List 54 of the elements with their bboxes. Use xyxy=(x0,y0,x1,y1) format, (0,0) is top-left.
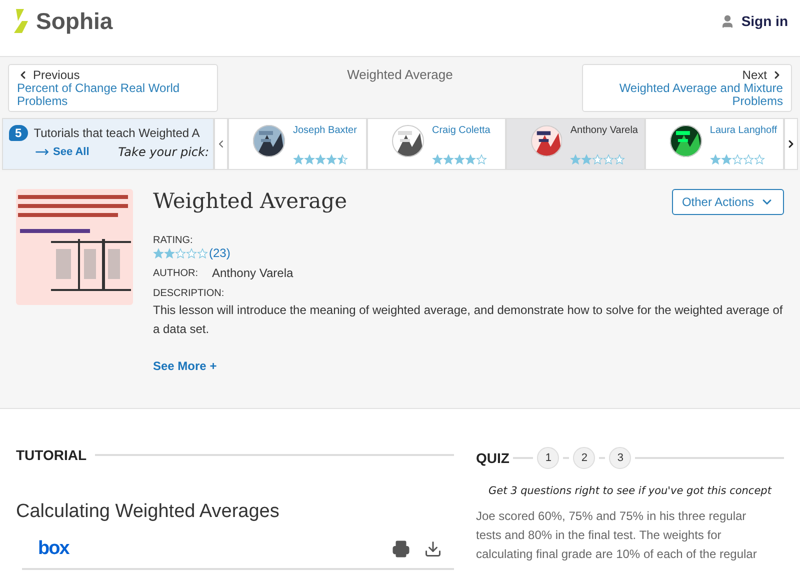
section-heading: QUIZ xyxy=(476,450,510,466)
quiz-step: 2 xyxy=(573,447,596,469)
tutorials-heading: Tutorials that teach Weighted A xyxy=(34,126,200,140)
next-lesson-link[interactable]: Next Weighted Average and Mixture Problems xyxy=(582,64,792,112)
tutorial-count: 5 xyxy=(9,125,28,141)
other-actions-button[interactable]: Other Actions xyxy=(672,189,784,215)
lesson-title: Weighted Average xyxy=(153,189,348,213)
see-all-link[interactable]: See All xyxy=(35,145,90,159)
description-label: DESCRIPTION: xyxy=(153,288,226,299)
author-name: Anthony Varela xyxy=(212,266,294,280)
quiz-step: 3 xyxy=(609,447,632,469)
section-heading: TUTORIAL xyxy=(16,447,87,463)
filled-star-icon xyxy=(581,154,592,165)
rating-label: RATING: xyxy=(153,235,194,246)
filled-star-icon xyxy=(304,154,315,165)
filled-star-icon xyxy=(454,154,465,165)
filled-star-icon xyxy=(315,154,326,165)
logo-text: Sophia xyxy=(36,8,113,34)
filled-star-icon xyxy=(164,248,175,258)
half-star-icon xyxy=(337,154,348,165)
filled-star-icon xyxy=(153,248,164,258)
see-more-link[interactable]: See More + xyxy=(153,359,784,373)
user-icon xyxy=(720,14,736,28)
filled-star-icon xyxy=(326,154,337,165)
rating-count[interactable]: (23) xyxy=(209,246,230,260)
filled-star-icon xyxy=(720,154,732,165)
author-label: AUTHOR: xyxy=(153,268,198,278)
filled-star-icon xyxy=(443,154,454,165)
description-text: This lesson will introduce the meaning of weighted average, and demonstrate how to solve for the weighted average of a data set. xyxy=(153,302,784,338)
previous-lesson-link[interactable]: Previous Percent of Change Real World Problems xyxy=(8,64,218,112)
quiz-step: 1 xyxy=(537,447,560,469)
tutor-name: Anthony Varela xyxy=(570,125,638,136)
filled-star-icon xyxy=(570,154,582,165)
scroll-right-button[interactable] xyxy=(784,118,798,170)
viewer-logo: box xyxy=(38,538,69,560)
quiz-question: Joe scored 60%, 75% and 75% in his three regular tests and 80% in the final test. The weights for calculating final grade are 10% of each of the regular xyxy=(476,508,758,563)
download-icon[interactable] xyxy=(424,540,442,558)
filled-star-icon xyxy=(293,154,304,165)
current-lesson-title: Weighted Average xyxy=(347,67,453,82)
tutorial-title: Calculating Weighted Averages xyxy=(16,501,280,523)
tutor-name: Laura Langhoff xyxy=(710,125,777,136)
quiz-tagline: Get 3 questions right to see if you've got this concept xyxy=(488,485,773,497)
sign-in-link[interactable]: Sign in xyxy=(720,13,788,29)
tutor-name: Joseph Baxter xyxy=(293,125,357,136)
print-icon[interactable] xyxy=(392,540,410,558)
tutor-name: Craig Coletta xyxy=(432,125,490,136)
filled-star-icon xyxy=(465,154,476,165)
tutor-card[interactable]: Craig Coletta xyxy=(367,118,506,170)
tagline: Take your pick: xyxy=(118,145,209,159)
tutor-card[interactable]: Joseph Baxter xyxy=(228,118,367,170)
tutor-card[interactable]: Laura Langhoff xyxy=(645,118,784,170)
filled-star-icon xyxy=(710,154,721,165)
filled-star-icon xyxy=(432,154,443,165)
tutor-card[interactable]: Anthony Varela xyxy=(506,118,645,170)
